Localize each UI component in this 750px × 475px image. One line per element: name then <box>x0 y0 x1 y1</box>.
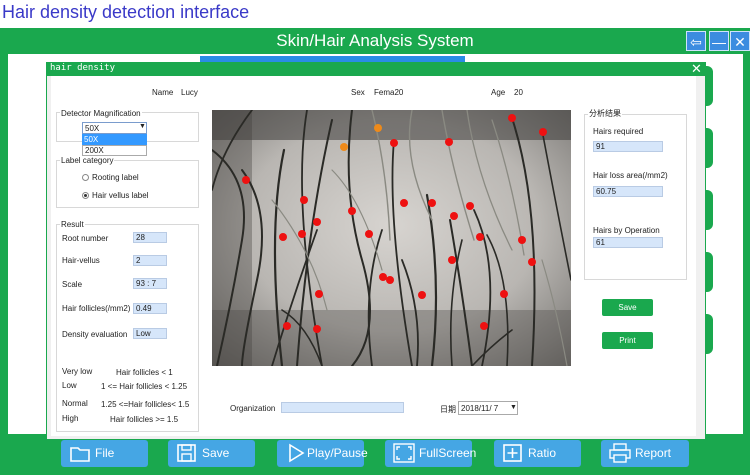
organization-field[interactable] <box>281 402 404 413</box>
ratio-icon <box>503 444 522 462</box>
density-evaluation-label: Density evaluation <box>62 330 128 339</box>
scale-label: Scale <box>62 280 83 289</box>
label-category-panel <box>56 160 199 208</box>
toolbar-save-button[interactable]: Save <box>168 440 255 467</box>
root-number-field[interactable]: 28 <box>133 232 167 243</box>
chevron-down-icon: ▼ <box>510 404 517 411</box>
legend-rule: Hair follicles < 1 <box>116 368 173 377</box>
vellus-radio[interactable] <box>82 192 89 199</box>
dropdown-option[interactable]: 200X <box>82 145 147 156</box>
organization-label: Organization <box>230 404 276 413</box>
print-button[interactable]: Print <box>602 332 653 349</box>
hairs-by-operation-label: Hairs by Operation <box>593 226 660 235</box>
back-arrow-icon[interactable]: ⇦ <box>686 31 706 51</box>
toolbar-label: File <box>95 446 115 460</box>
date-label: 日期 <box>440 405 456 414</box>
chevron-down-icon: ▼ <box>139 123 146 130</box>
toolbar-report-button[interactable]: Report <box>601 440 689 467</box>
legend-rule: 1 <= Hair follicles < 1.25 <box>101 382 188 391</box>
toolbar-label: Save <box>202 446 230 460</box>
name-value: Lucy <box>181 88 198 97</box>
save-icon <box>177 444 196 462</box>
dropdown-option[interactable]: 50X <box>82 134 147 145</box>
dialog-title: hair density <box>50 63 116 73</box>
hair-loss-area-field[interactable]: 60.75 <box>593 186 663 197</box>
toolbar-label: FullScreen <box>419 446 477 460</box>
date-picker[interactable]: 2018/11/ 7 ▼ <box>458 401 518 415</box>
close-window-button[interactable]: ✕ <box>730 31 750 51</box>
hairs-required-label: Hairs required <box>593 127 644 136</box>
name-label: Name <box>152 88 174 97</box>
toolbar-label: Ratio <box>528 446 557 460</box>
scale-field[interactable]: 93 : 7 <box>133 278 167 289</box>
legend-level: Low <box>62 381 77 390</box>
analysis-panel <box>584 114 687 280</box>
minimize-button[interactable]: — <box>709 31 729 51</box>
legend-level: High <box>62 414 79 423</box>
rooting-label: Rooting label <box>92 173 139 182</box>
legend-rule: Hair follicles >= 1.5 <box>110 415 179 424</box>
fullscreen-icon <box>393 443 415 463</box>
hairs-by-operation-field[interactable]: 61 <box>593 237 663 248</box>
sex-label: Sex <box>351 88 365 97</box>
rooting-radio[interactable] <box>82 174 89 181</box>
folder-icon <box>70 447 90 462</box>
toolbar-ratio-button[interactable]: Ratio <box>494 440 581 467</box>
hair-follicles-field[interactable]: 0.49 <box>133 303 167 314</box>
legend-level: Very low <box>62 367 93 376</box>
sex-value: Fema20 <box>374 88 404 97</box>
scalp-microscope-image[interactable] <box>212 110 571 366</box>
toolbar-play-pause-button[interactable]: Play/Pause <box>277 440 368 467</box>
magnification-label: Detector Magnification <box>60 109 142 118</box>
legend-rule: 1.25 <=Hair follicles< 1.5 <box>101 400 190 409</box>
option-label: 200X <box>85 146 104 155</box>
magnification-selected: 50X <box>85 124 100 133</box>
dialog-titlebar <box>46 62 706 76</box>
hair-vellus-field[interactable]: 2 <box>133 255 167 266</box>
legend-level: Normal <box>62 399 88 408</box>
dialog-close-button[interactable]: ✕ <box>690 62 703 75</box>
toolbar-label: Report <box>635 446 672 460</box>
label-category-label: Label category <box>60 156 115 165</box>
option-label: 50X <box>84 135 99 144</box>
toolbar-label: Play/Pause <box>307 446 368 460</box>
hair-follicles-label: Hair follicles(/mm2) <box>62 304 131 313</box>
age-label: Age <box>491 88 506 97</box>
root-number-label: Root number <box>62 234 109 243</box>
density-evaluation-field[interactable]: Low <box>133 328 167 339</box>
app-title: Skin/Hair Analysis System <box>276 31 474 50</box>
age-value: 20 <box>514 88 523 97</box>
hairs-required-field[interactable]: 91 <box>593 141 663 152</box>
toolbar-fullscreen-button[interactable]: FullScreen <box>385 440 476 467</box>
vellus-label: Hair vellus label <box>92 191 149 200</box>
play-icon <box>289 443 305 463</box>
toolbar-file-button[interactable]: File <box>61 440 148 467</box>
date-value: 2018/11/ 7 <box>461 404 499 413</box>
magnification-select[interactable]: 50X ▼ <box>82 122 147 134</box>
analysis-label: 分析结果 <box>588 108 622 119</box>
printer-icon <box>609 443 631 463</box>
page-title: Hair density detection interface <box>2 2 250 22</box>
hair-vellus-label: Hair-vellus <box>62 256 100 265</box>
result-label: Result <box>60 220 85 229</box>
save-button[interactable]: Save <box>602 299 653 316</box>
hair-loss-area-label: Hair loss area(/mm2) <box>593 171 668 180</box>
